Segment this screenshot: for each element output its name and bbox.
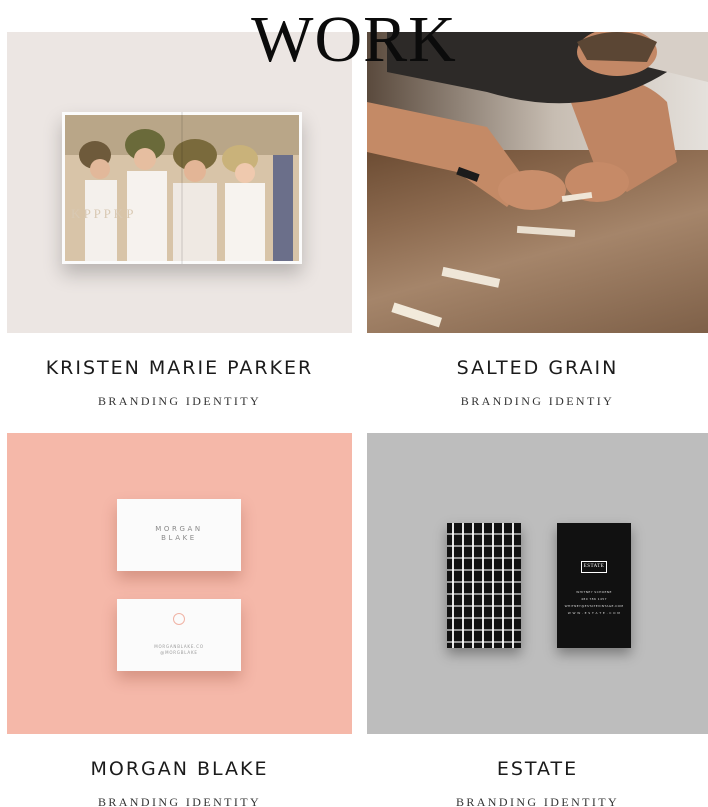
business-card-front: MORGAN BLAKE — [117, 499, 241, 571]
page-title: WORK — [251, 3, 457, 76]
project-title-kristen-marie-parker[interactable]: KRISTEN MARIE PARKER — [7, 357, 352, 379]
card-handle: @MORGBLAKE — [160, 650, 198, 655]
magazine-mockup: K P P P K P — [62, 112, 302, 264]
card-back-text: MORGANBLAKE.CO @MORGBLAKE — [117, 644, 241, 656]
project-image-morgan-blake[interactable]: MORGAN BLAKE MORGANBLAKE.CO @MORGBLAKE — [7, 433, 352, 734]
project-image-estate[interactable]: ESTATE WHITNEY SCHOENE 480 786 1457 WHIT… — [367, 433, 708, 734]
project-subtitle-estate: BRANDING IDENTITY — [455, 795, 620, 807]
estate-email: WHITNEY@ESTATEVINTAGE.COM — [564, 604, 624, 608]
logo-line-2: BLAKE — [161, 534, 197, 542]
estate-card-info: ESTATE WHITNEY SCHOENE 480 786 1457 WHIT… — [557, 523, 631, 648]
estate-logo: ESTATE — [581, 561, 607, 573]
estate-name: WHITNEY SCHOENE — [576, 590, 612, 594]
project-subtitle-morgan-blake: BRANDING IDENTITY — [97, 795, 262, 807]
estate-card-text: WHITNEY SCHOENE 480 786 1457 WHITNEY@EST… — [557, 589, 631, 617]
estate-card-pattern — [447, 523, 521, 648]
project-title-morgan-blake[interactable]: MORGAN BLAKE — [7, 758, 352, 780]
project-subtitle-kristen-marie-parker: BRANDING IDENTITY — [97, 394, 262, 408]
logo-line-1: MORGAN — [155, 525, 203, 533]
kmp-monogram: K P P P K P — [71, 206, 134, 221]
morgan-blake-logo: MORGAN BLAKE — [117, 525, 241, 543]
estate-phone: 480 786 1457 — [581, 597, 607, 601]
estate-website: W W W . E S T A T E . C O M — [567, 611, 621, 615]
project-title-salted-grain[interactable]: SALTED GRAIN — [367, 357, 708, 379]
project-title-estate[interactable]: ESTATE — [367, 758, 708, 780]
magazine-fold — [181, 112, 183, 264]
business-card-back: MORGANBLAKE.CO @MORGBLAKE — [117, 599, 241, 671]
project-subtitle-salted-grain: BRANDING IDENTIY — [460, 394, 615, 408]
monogram-circle-icon — [173, 613, 185, 625]
